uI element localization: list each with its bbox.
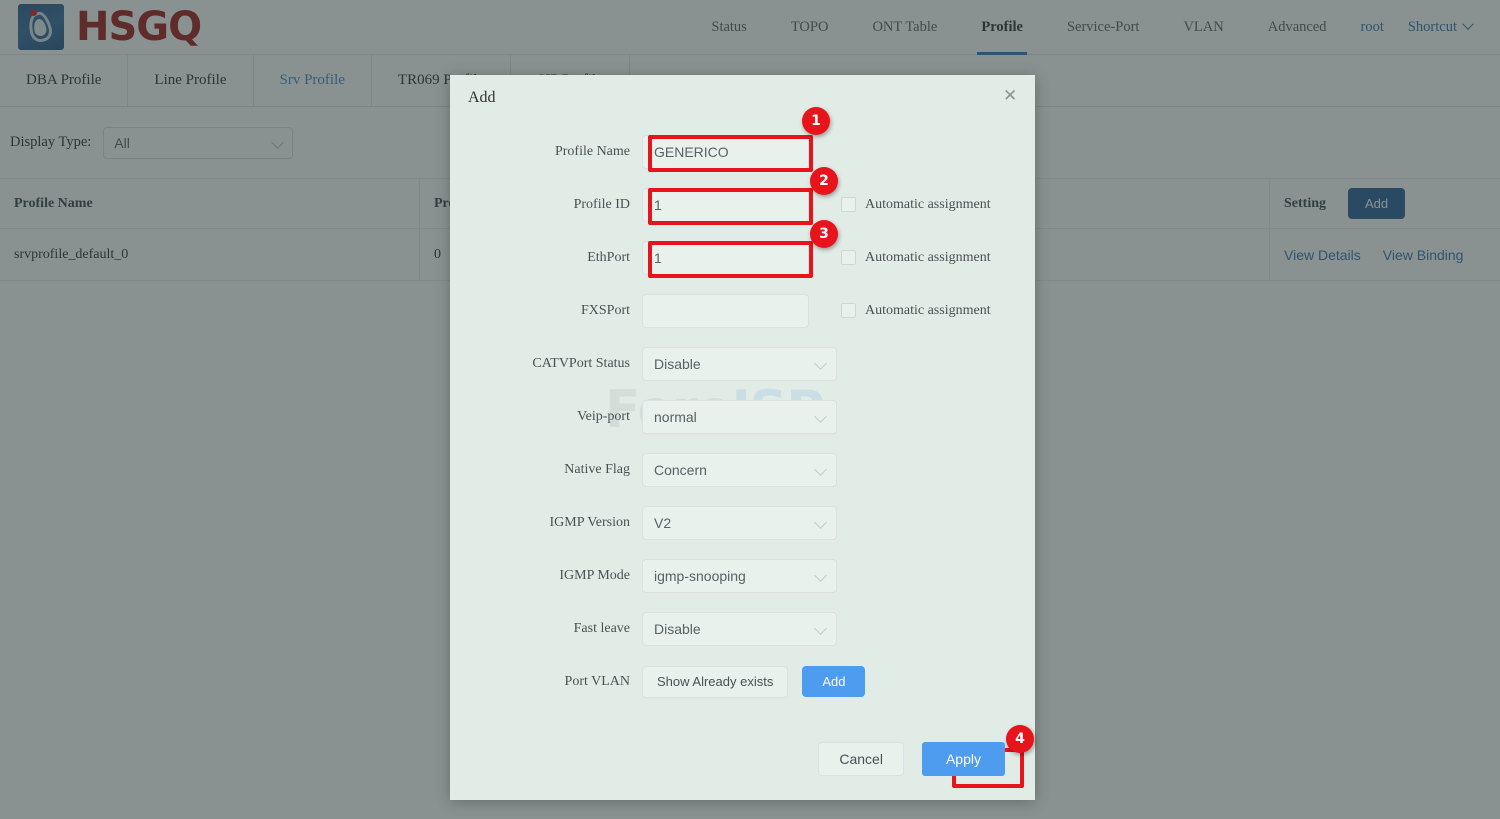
cancel-button[interactable]: Cancel xyxy=(818,742,904,776)
field-row-native-flag: Native Flag Concern xyxy=(450,443,1035,496)
add-srv-profile-dialog: ForoISP Add ✕ Profile Name GENERICO Prof… xyxy=(450,75,1035,800)
label-fast-leave: Fast leave xyxy=(573,620,630,636)
checkbox-auto-assign-fxsport[interactable] xyxy=(841,303,856,318)
label-fxsport: FXSPort xyxy=(580,302,630,318)
ethport-input[interactable]: 1 xyxy=(642,240,809,275)
chevron-down-icon xyxy=(814,462,827,476)
close-icon[interactable]: ✕ xyxy=(1003,87,1019,104)
label-port-vlan: Port VLAN xyxy=(564,673,630,689)
field-row-veip-port: Veip-port normal xyxy=(450,390,1035,443)
igmp-mode-value: igmp-snooping xyxy=(654,567,746,584)
label-igmp-mode: IGMP Mode xyxy=(559,567,630,583)
annotation-badge-3: 3 xyxy=(810,220,838,248)
dialog-body: Profile Name GENERICO Profile ID 1 Autom… xyxy=(450,121,1035,708)
fast-leave-value: Disable xyxy=(654,620,701,637)
fast-leave-select[interactable]: Disable xyxy=(642,611,837,646)
annotation-badge-1: 1 xyxy=(802,107,830,135)
auto-assign-profile-id: Automatic assignment xyxy=(841,197,991,213)
field-row-igmp-version: IGMP Version V2 xyxy=(450,496,1035,549)
field-row-port-vlan: Port VLAN Show Already exists Add xyxy=(450,655,1035,708)
label-profile-name: Profile Name xyxy=(554,143,630,159)
veip-port-value: normal xyxy=(654,408,697,425)
label-ethport: EthPort xyxy=(587,249,630,265)
chevron-down-icon xyxy=(814,621,827,635)
chevron-down-icon xyxy=(814,409,827,423)
veip-port-select[interactable]: normal xyxy=(642,399,837,434)
field-row-ethport: EthPort 1 Automatic assignment xyxy=(450,231,1035,284)
profile-name-input[interactable]: GENERICO xyxy=(642,134,809,169)
igmp-version-value: V2 xyxy=(654,514,672,531)
label-catvport-status: CATVPort Status xyxy=(532,355,630,371)
native-flag-value: Concern xyxy=(654,461,707,478)
fxsport-input[interactable] xyxy=(642,293,809,328)
auto-assign-ethport: Automatic assignment xyxy=(841,250,991,266)
show-already-exists-button[interactable]: Show Already exists xyxy=(642,665,789,698)
label-veip-port: Veip-port xyxy=(577,408,630,424)
dialog-footer: Cancel Apply xyxy=(450,718,1035,800)
port-vlan-add-button[interactable]: Add xyxy=(802,666,866,697)
label-native-flag: Native Flag xyxy=(564,461,630,477)
catvport-status-value: Disable xyxy=(654,355,701,372)
annotation-badge-2: 2 xyxy=(810,167,838,195)
igmp-version-select[interactable]: V2 xyxy=(642,505,837,540)
dialog-title: Add xyxy=(468,89,496,106)
checkbox-auto-assign-ethport[interactable] xyxy=(841,250,856,265)
label-igmp-version: IGMP Version xyxy=(549,514,630,530)
catvport-status-select[interactable]: Disable xyxy=(642,346,837,381)
dialog-header: Add ✕ xyxy=(450,75,1035,121)
label-auto-assign-ethport: Automatic assignment xyxy=(865,249,991,265)
chevron-down-icon xyxy=(814,515,827,529)
apply-button[interactable]: Apply xyxy=(921,742,1005,776)
profile-id-input[interactable]: 1 xyxy=(642,187,809,222)
auto-assign-fxsport: Automatic assignment xyxy=(841,303,991,319)
native-flag-select[interactable]: Concern xyxy=(642,452,837,487)
label-auto-assign-profile-id: Automatic assignment xyxy=(865,196,991,212)
checkbox-auto-assign-profile-id[interactable] xyxy=(841,197,856,212)
chevron-down-icon xyxy=(814,568,827,582)
field-row-profile-name: Profile Name GENERICO xyxy=(450,125,1035,178)
field-row-catvport-status: CATVPort Status Disable xyxy=(450,337,1035,390)
field-row-fast-leave: Fast leave Disable xyxy=(450,602,1035,655)
field-row-profile-id: Profile ID 1 Automatic assignment xyxy=(450,178,1035,231)
field-row-fxsport: FXSPort Automatic assignment xyxy=(450,284,1035,337)
field-row-igmp-mode: IGMP Mode igmp-snooping xyxy=(450,549,1035,602)
chevron-down-icon xyxy=(814,356,827,370)
igmp-mode-select[interactable]: igmp-snooping xyxy=(642,558,837,593)
label-auto-assign-fxsport: Automatic assignment xyxy=(865,302,991,318)
label-profile-id: Profile ID xyxy=(573,196,630,212)
